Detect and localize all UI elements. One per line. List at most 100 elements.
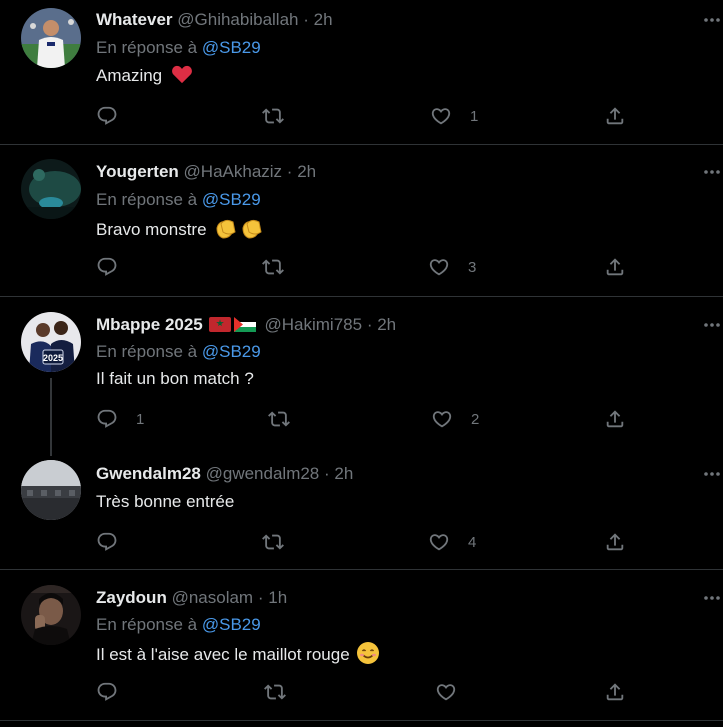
clapping-hands-icon <box>216 219 262 239</box>
display-name[interactable]: Gwendalm28 <box>96 464 201 483</box>
user-handle[interactable]: @gwendalm28 <box>206 464 320 483</box>
more-options-icon[interactable] <box>703 595 721 601</box>
tweet-item[interactable]: Yougerten @HaAkhaziz · 2h En réponse à @… <box>0 145 723 296</box>
more-options-icon[interactable] <box>703 471 721 477</box>
red-heart-icon <box>171 65 192 84</box>
user-handle[interactable]: @HaAkhaziz <box>184 162 283 181</box>
like-button[interactable]: 4 <box>428 531 476 553</box>
tweet-text-content: Très bonne entrée <box>96 492 235 511</box>
display-name[interactable]: Mbappe 2025 <box>96 315 203 334</box>
retweet-button[interactable] <box>262 256 302 278</box>
retweet-button[interactable] <box>264 681 304 703</box>
display-name[interactable]: Yougerten <box>96 162 179 181</box>
avatar[interactable] <box>21 585 81 645</box>
svg-text:2025: 2025 <box>43 353 63 363</box>
like-icon <box>428 531 450 553</box>
timestamp[interactable]: 2h <box>377 315 396 334</box>
separator-dot: · <box>257 588 264 607</box>
like-button[interactable]: 2 <box>431 408 479 430</box>
mention-link[interactable]: @SB29 <box>202 190 261 209</box>
tweet-item[interactable]: 2025 Mbappe 2025 @Hakimi785 · 2h En répo… <box>0 297 723 447</box>
user-handle[interactable]: @Hakimi785 <box>265 315 363 334</box>
tweet-header: Gwendalm28 @gwendalm28 · 2h <box>96 463 353 485</box>
retweet-button[interactable] <box>262 105 302 127</box>
reply-count: 1 <box>136 410 145 428</box>
separator-dot: · <box>366 315 373 334</box>
like-icon <box>431 408 453 430</box>
separator-dot: · <box>286 162 293 181</box>
reply-prefix: En réponse à <box>96 190 198 209</box>
avatar[interactable] <box>21 460 81 520</box>
separator-dot: · <box>324 464 330 483</box>
timestamp[interactable]: 2h <box>314 10 333 29</box>
share-button[interactable] <box>604 256 626 278</box>
reply-icon <box>96 105 118 127</box>
tweet-header: Whatever @Ghihabiballah · 2h <box>96 9 333 31</box>
avatar[interactable] <box>21 159 81 219</box>
tweet-item[interactable]: Whatever @Ghihabiballah · 2h En réponse … <box>0 0 723 144</box>
reply-button[interactable] <box>96 681 136 703</box>
reply-prefix: En réponse à <box>96 342 198 361</box>
more-options-icon[interactable] <box>703 17 721 23</box>
smiling-face-icon <box>357 642 380 664</box>
like-count: 2 <box>471 410 480 428</box>
timestamp[interactable]: 2h <box>297 162 316 181</box>
reply-button[interactable]: 1 <box>96 408 144 430</box>
more-options-icon[interactable] <box>703 169 721 175</box>
tweet-header: Yougerten @HaAkhaziz · 2h <box>96 161 316 183</box>
share-button[interactable] <box>604 681 626 703</box>
display-name[interactable]: Whatever <box>96 10 173 29</box>
user-handle[interactable]: @nasolam <box>172 588 254 607</box>
reply-icon <box>96 681 118 703</box>
reply-button[interactable] <box>96 256 136 278</box>
tweet-text-content: Amazing <box>96 66 163 85</box>
timestamp[interactable]: 1h <box>268 588 287 607</box>
share-icon <box>604 408 626 430</box>
palestine-flag-icon <box>233 317 256 332</box>
mention-link[interactable]: @SB29 <box>202 342 261 361</box>
more-options-icon[interactable] <box>703 322 721 328</box>
share-button[interactable] <box>604 531 626 553</box>
reply-prefix: En réponse à <box>96 615 198 634</box>
avatar[interactable] <box>21 8 81 68</box>
morocco-flag-icon <box>208 317 231 332</box>
retweet-button[interactable] <box>268 408 308 430</box>
reply-prefix: En réponse à <box>96 38 198 57</box>
retweet-icon <box>262 105 284 127</box>
share-button[interactable] <box>604 105 626 127</box>
share-icon <box>604 531 626 553</box>
retweet-button[interactable] <box>262 531 302 553</box>
replying-to: En réponse à @SB29 <box>96 37 261 59</box>
user-handle[interactable]: @Ghihabiballah <box>177 10 298 29</box>
replying-to: En réponse à @SB29 <box>96 614 261 636</box>
display-name[interactable]: Zaydoun <box>96 588 167 607</box>
like-count: 4 <box>468 533 477 551</box>
share-icon <box>604 681 626 703</box>
avatar[interactable]: 2025 <box>21 312 81 372</box>
like-icon <box>428 256 450 278</box>
reply-button[interactable] <box>96 531 136 553</box>
replying-to: En réponse à @SB29 <box>96 189 261 211</box>
tweet-header: Mbappe 2025 @Hakimi785 · 2h <box>96 314 396 338</box>
retweet-icon <box>262 531 284 553</box>
mention-link[interactable]: @SB29 <box>202 615 261 634</box>
like-button[interactable] <box>435 681 475 703</box>
timestamp[interactable]: 2h <box>334 464 353 483</box>
flag-emojis <box>208 316 256 338</box>
tweet-text: Il fait un bon match ? <box>96 368 254 390</box>
retweet-icon <box>268 408 290 430</box>
like-count: 1 <box>470 107 479 125</box>
tweet-text-content: Il fait un bon match ? <box>96 369 254 388</box>
tweet-item[interactable]: Gwendalm28 @gwendalm28 · 2h Très bonne e… <box>0 447 723 569</box>
replying-to: En réponse à @SB29 <box>96 341 261 363</box>
tweet-divider <box>0 720 723 721</box>
like-icon <box>430 105 452 127</box>
tweet-text: Amazing <box>96 64 193 87</box>
tweet-text: Très bonne entrée <box>96 491 234 513</box>
tweet-item[interactable]: Zaydoun @nasolam · 1h En réponse à @SB29… <box>0 570 723 720</box>
share-button[interactable] <box>604 408 626 430</box>
like-button[interactable]: 1 <box>430 105 478 127</box>
reply-button[interactable] <box>96 105 136 127</box>
mention-link[interactable]: @SB29 <box>202 38 261 57</box>
like-button[interactable]: 3 <box>428 256 476 278</box>
